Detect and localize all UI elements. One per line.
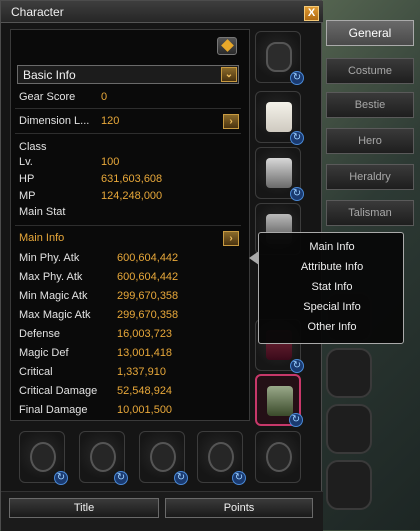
hex-slot[interactable] xyxy=(326,404,372,454)
hex-slot[interactable] xyxy=(326,348,372,398)
title-button[interactable]: Title xyxy=(9,498,159,518)
stat-label: Defense xyxy=(19,328,60,340)
stat-label: Critical Damage xyxy=(19,385,98,397)
tab-hero[interactable]: Hero xyxy=(326,128,414,154)
stat-value: 1,337,910 xyxy=(117,366,166,378)
gauntlet-icon xyxy=(267,386,293,416)
dimension-value: 120 xyxy=(101,115,120,127)
mp-value: 124,248,000 xyxy=(101,190,163,202)
chevron-right-icon[interactable]: › xyxy=(223,231,239,246)
divider xyxy=(15,108,241,109)
chevron-down-icon[interactable]: ⌄ xyxy=(221,67,237,82)
helmet-icon xyxy=(266,42,292,72)
stat-label: Final Damage xyxy=(19,404,88,416)
equip-slot-accessory[interactable]: ↻ xyxy=(255,374,303,427)
divider xyxy=(15,133,241,134)
stat-value: 52,548,924 xyxy=(117,385,173,397)
close-button[interactable]: X xyxy=(304,6,319,21)
gear-score-value: 0 xyxy=(101,91,108,103)
stat-label: Min Phy. Atk xyxy=(19,252,80,264)
refresh-icon[interactable]: ↻ xyxy=(174,471,188,485)
stat-value: 299,670,358 xyxy=(117,309,179,321)
info-popup-menu: Main Info Attribute Info Stat Info Special … xyxy=(249,232,405,344)
title-bar[interactable]: Character X xyxy=(1,1,323,23)
popup-item[interactable]: Special Info xyxy=(259,301,405,313)
popup-item[interactable]: Attribute Info xyxy=(259,261,405,273)
popup-item[interactable]: Stat Info xyxy=(259,281,405,293)
stat-label: Critical xyxy=(19,366,53,378)
stat-label: Magic Def xyxy=(19,347,69,359)
stat-value: 13,001,418 xyxy=(117,347,173,359)
tab-general[interactable]: General xyxy=(326,20,414,46)
main-info-label: Main Info xyxy=(19,232,65,244)
stat-value: 16,003,723 xyxy=(117,328,173,340)
stat-value: 10,001,500 xyxy=(117,404,173,416)
refresh-icon[interactable]: ↻ xyxy=(232,471,246,485)
lv-label: Lv. xyxy=(19,156,33,168)
dimension-label: Dimension L... xyxy=(19,115,90,127)
lv-value: 100 xyxy=(101,156,120,168)
main-stat-label: Main Stat xyxy=(19,206,66,218)
hex-slot[interactable] xyxy=(326,460,372,510)
equip-slot-bottom-1[interactable]: ↻ xyxy=(19,431,68,485)
window-title: Character xyxy=(11,5,64,19)
equip-slot-helmet[interactable]: ↻ xyxy=(255,31,304,85)
hp-value: 631,603,608 xyxy=(101,173,163,185)
popup-item[interactable]: Other Info xyxy=(259,321,405,333)
necklace-icon xyxy=(30,442,56,472)
equip-slot-bottom-4[interactable]: ↻ xyxy=(197,431,246,485)
stat-value: 600,604,442 xyxy=(117,271,179,283)
diamond-icon[interactable] xyxy=(217,37,237,55)
chevron-right-icon[interactable]: › xyxy=(223,114,239,129)
equip-slot-bottom-3[interactable]: ↻ xyxy=(139,431,188,485)
tab-costume[interactable]: Costume xyxy=(326,58,414,84)
ring-icon xyxy=(150,442,176,472)
armor-icon xyxy=(266,102,292,132)
refresh-icon[interactable]: ↻ xyxy=(54,471,68,485)
pants-icon xyxy=(266,158,292,188)
class-label: Class xyxy=(19,141,47,153)
ring-icon xyxy=(208,442,234,472)
refresh-icon[interactable]: ↻ xyxy=(289,413,303,427)
refresh-icon[interactable]: ↻ xyxy=(290,187,304,201)
points-button[interactable]: Points xyxy=(165,498,313,518)
tab-heraldry[interactable]: Heraldry xyxy=(326,164,414,190)
stat-value: 299,670,358 xyxy=(117,290,179,302)
tab-bestie[interactable]: Bestie xyxy=(326,92,414,118)
equip-slot-legs[interactable]: ↻ xyxy=(255,147,304,201)
equip-slot-body[interactable]: ↻ xyxy=(255,91,304,145)
stat-value: 600,604,442 xyxy=(117,252,179,264)
popup-item[interactable]: Main Info xyxy=(259,241,405,253)
hp-label: HP xyxy=(19,173,35,185)
mp-label: MP xyxy=(19,190,36,202)
refresh-icon[interactable]: ↻ xyxy=(290,359,304,373)
tab-talisman[interactable]: Talisman xyxy=(326,200,414,226)
orb-icon xyxy=(266,442,292,472)
equip-slot-bottom-5[interactable] xyxy=(255,431,301,483)
equip-slot-bottom-2[interactable]: ↻ xyxy=(79,431,128,485)
stat-label: Max Magic Atk xyxy=(19,309,91,321)
earring-icon xyxy=(90,442,116,472)
refresh-icon[interactable]: ↻ xyxy=(290,71,304,85)
gear-score-label: Gear Score xyxy=(19,91,76,103)
dropdown-label: Basic Info xyxy=(23,68,76,82)
stat-label: Max Phy. Atk xyxy=(19,271,83,283)
divider xyxy=(15,225,241,226)
refresh-icon[interactable]: ↻ xyxy=(290,131,304,145)
info-dropdown[interactable]: Basic Info ⌄ xyxy=(17,65,239,84)
stat-label: Min Magic Atk xyxy=(19,290,88,302)
refresh-icon[interactable]: ↻ xyxy=(114,471,128,485)
